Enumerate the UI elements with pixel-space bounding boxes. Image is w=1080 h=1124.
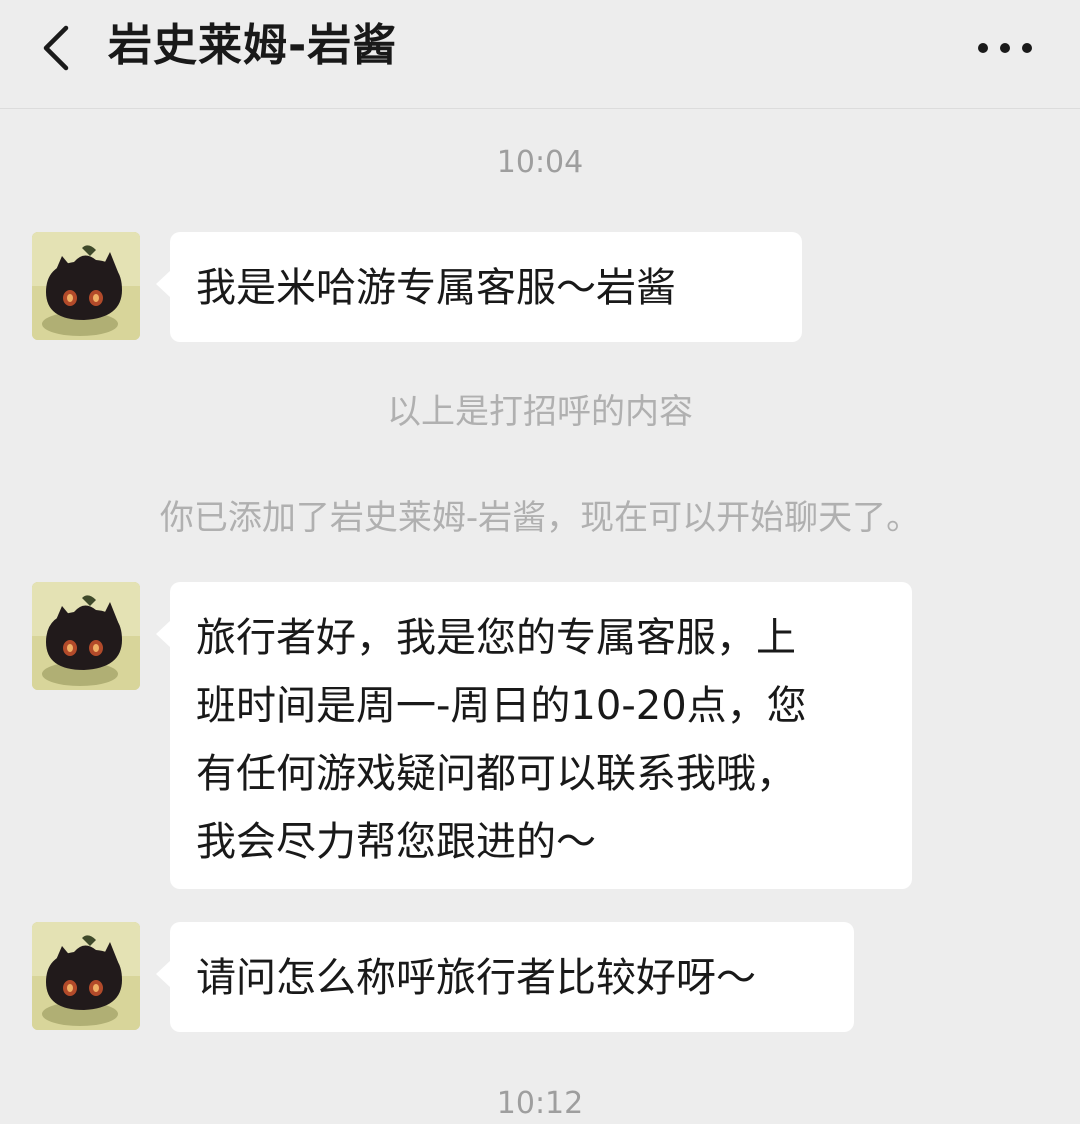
timestamp: 10:12 — [496, 1086, 584, 1121]
system-message: 以上是打招呼的内容 — [387, 392, 693, 432]
slime-avatar — [32, 582, 140, 690]
more-button[interactable] — [970, 24, 1040, 72]
slime-avatar — [32, 232, 140, 340]
message-bubble[interactable]: 旅行者好，我是您的专属客服，上 班时间是周一-周日的10-20点，您 有任何游戏… — [156, 582, 912, 889]
chat-title: 岩史莱姆-岩酱 — [108, 20, 398, 71]
avatar[interactable] — [32, 232, 140, 340]
slime-avatar — [32, 922, 140, 1030]
message-text: 旅行者好，我是您的专属客服，上 班时间是周一-周日的10-20点，您 有任何游戏… — [196, 615, 807, 865]
message-text: 请问怎么称呼旅行者比较好呀～ — [196, 955, 756, 1001]
avatar[interactable] — [32, 582, 140, 690]
top-bar: 岩史莱姆-岩酱 — [0, 0, 1080, 109]
avatar[interactable] — [32, 922, 140, 1030]
message-bubble[interactable]: 我是米哈游专属客服～岩酱 — [156, 232, 802, 342]
system-message: 你已添加了岩史莱姆-岩酱，现在可以开始聊天了。 — [159, 498, 921, 538]
message-text: 我是米哈游专属客服～岩酱 — [196, 265, 676, 311]
timestamp: 10:04 — [496, 145, 584, 180]
message-bubble[interactable]: 请问怎么称呼旅行者比较好呀～ — [156, 922, 854, 1032]
chevron-left-icon — [43, 25, 69, 71]
back-button[interactable] — [28, 20, 84, 76]
more-dots-icon — [978, 43, 1032, 53]
